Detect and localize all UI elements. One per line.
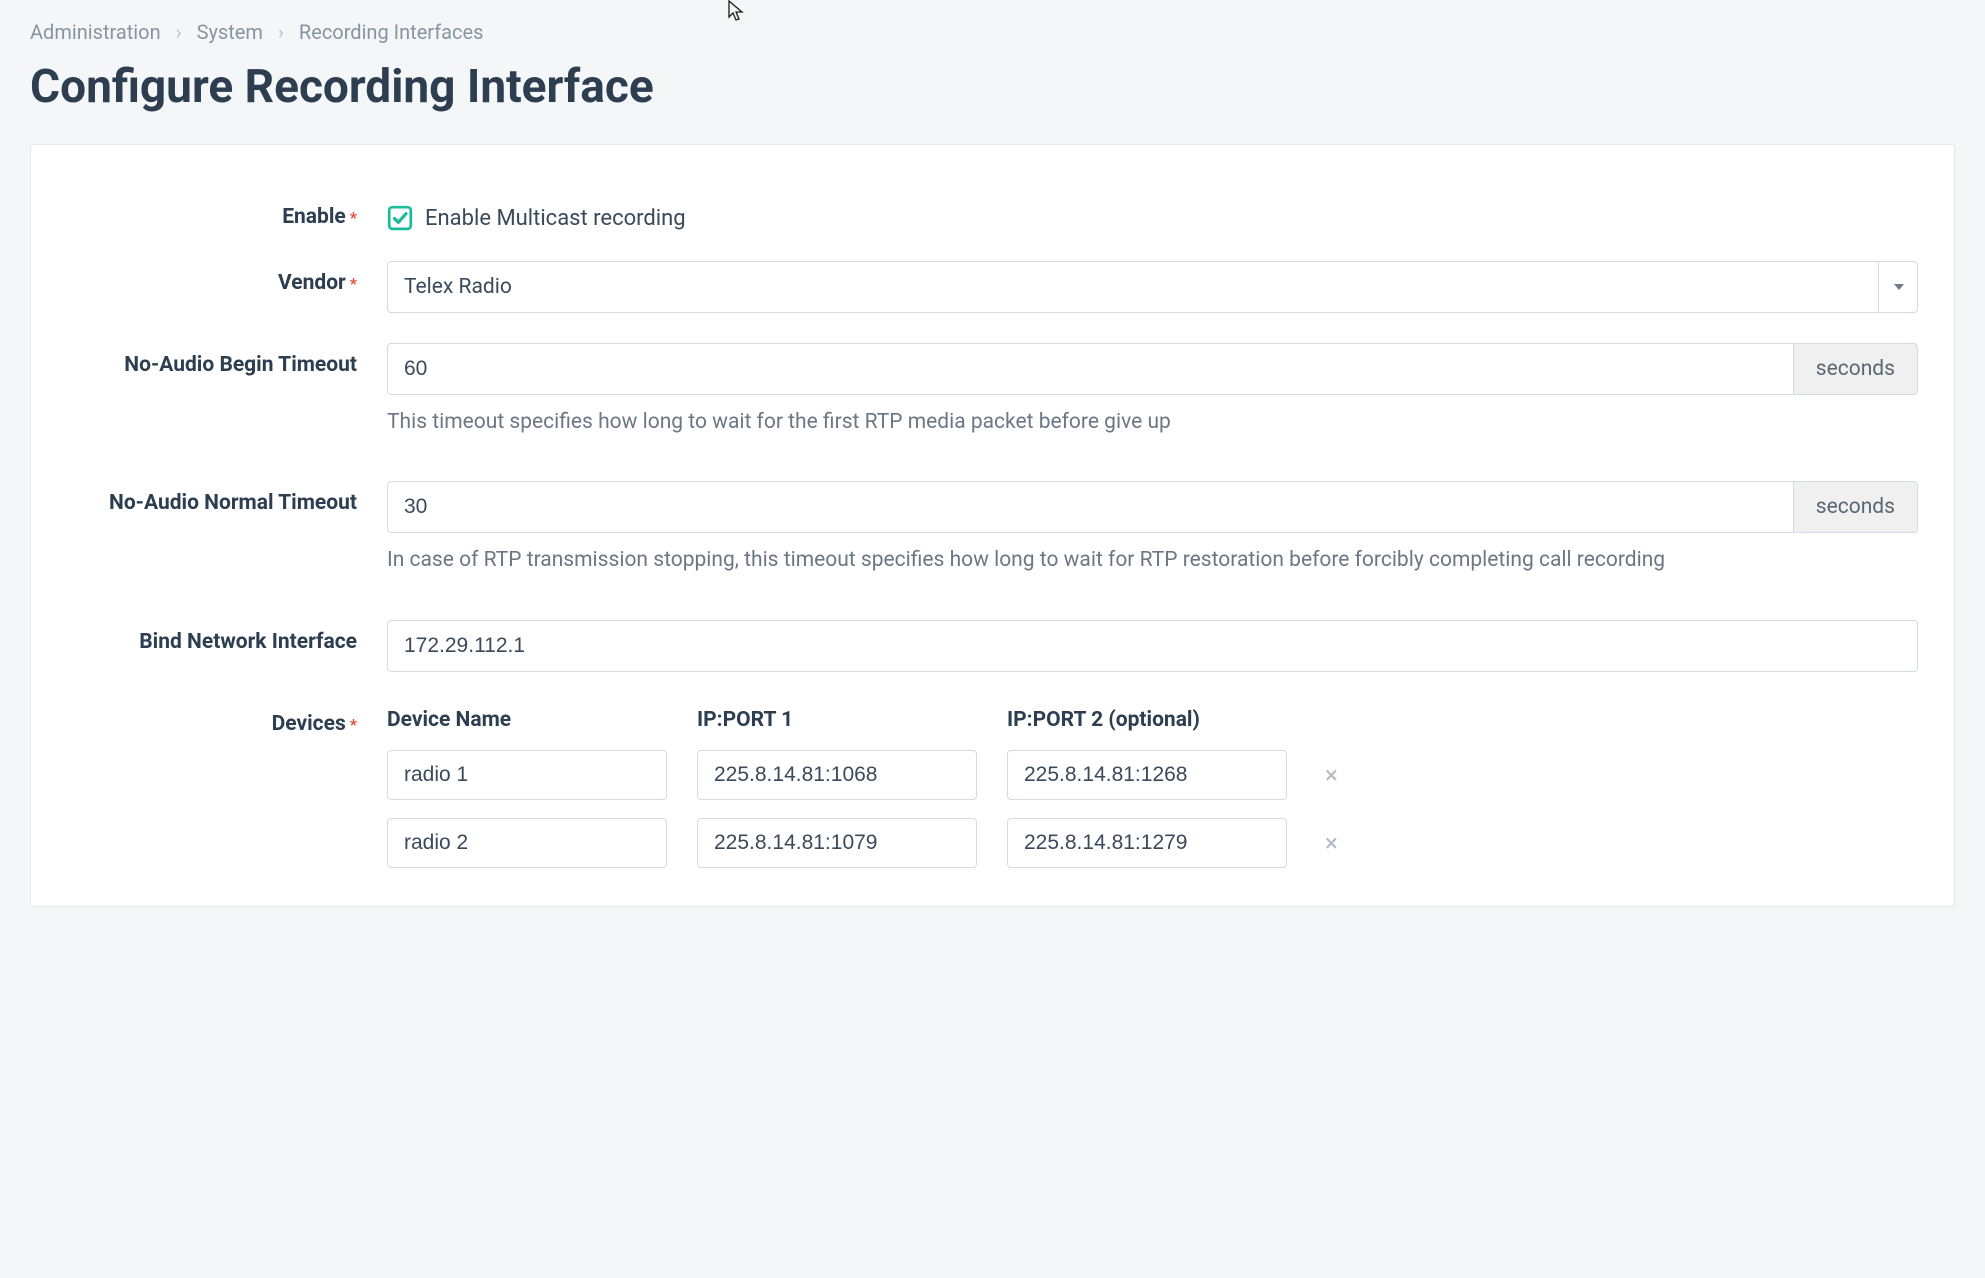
checkbox-checked-icon[interactable] [387, 205, 413, 231]
form-row-devices: Devices* Device Name IP:PORT 1 IP:PORT 2… [67, 702, 1918, 886]
device-ip1-input[interactable] [697, 750, 977, 800]
help-noaudio-begin: This timeout specifies how long to wait … [387, 407, 1918, 437]
label-devices: Devices [272, 712, 346, 736]
breadcrumb-administration[interactable]: Administration [30, 20, 161, 44]
breadcrumb-system[interactable]: System [197, 20, 263, 44]
noaudio-begin-input[interactable] [387, 343, 1793, 395]
form-row-noaudio-begin: No-Audio Begin Timeout seconds This time… [67, 343, 1918, 437]
header-ip2: IP:PORT 2 (optional) [1007, 708, 1287, 732]
device-name-input[interactable] [387, 818, 667, 868]
device-ip2-input[interactable] [1007, 750, 1287, 800]
devices-header: Device Name IP:PORT 1 IP:PORT 2 (optiona… [387, 702, 1918, 732]
chevron-right-icon: › [278, 20, 284, 44]
required-asterisk: * [350, 715, 357, 734]
label-noaudio-begin: No-Audio Begin Timeout [124, 353, 357, 377]
bind-interface-input[interactable] [387, 620, 1918, 672]
required-asterisk: * [350, 274, 357, 293]
device-name-input[interactable] [387, 750, 667, 800]
cursor-arrow-icon [728, 0, 744, 22]
form-row-noaudio-normal: No-Audio Normal Timeout seconds In case … [67, 481, 1918, 575]
page-title: Configure Recording Interface [30, 60, 1955, 114]
label-bind-interface: Bind Network Interface [139, 630, 357, 654]
vendor-select-value: Telex Radio [387, 261, 1918, 313]
vendor-select[interactable]: Telex Radio [387, 261, 1918, 313]
required-asterisk: * [350, 208, 357, 227]
config-panel: Enable* Enable Multicast recording Vendo… [30, 144, 1955, 907]
device-ip1-input[interactable] [697, 818, 977, 868]
remove-device-icon[interactable]: × [1317, 829, 1346, 857]
header-ip1: IP:PORT 1 [697, 708, 977, 732]
remove-device-icon[interactable]: × [1317, 761, 1346, 789]
form-row-vendor: Vendor* Telex Radio [67, 261, 1918, 313]
header-device-name: Device Name [387, 708, 667, 732]
checkbox-enable-label: Enable Multicast recording [425, 206, 686, 231]
label-vendor: Vendor [278, 271, 346, 295]
device-ip2-input[interactable] [1007, 818, 1287, 868]
noaudio-normal-input[interactable] [387, 481, 1793, 533]
label-enable: Enable [282, 205, 346, 229]
seconds-addon: seconds [1793, 343, 1918, 395]
device-row: × [387, 818, 1918, 868]
device-row: × [387, 750, 1918, 800]
form-row-enable: Enable* Enable Multicast recording [67, 195, 1918, 231]
caret-down-icon [1878, 261, 1918, 313]
breadcrumb: Administration › System › Recording Inte… [30, 20, 1955, 44]
form-row-bind-interface: Bind Network Interface [67, 620, 1918, 672]
help-noaudio-normal: In case of RTP transmission stopping, th… [387, 545, 1918, 575]
label-noaudio-normal: No-Audio Normal Timeout [109, 491, 357, 515]
breadcrumb-recording-interfaces[interactable]: Recording Interfaces [299, 20, 484, 44]
chevron-right-icon: › [176, 20, 182, 44]
seconds-addon: seconds [1793, 481, 1918, 533]
